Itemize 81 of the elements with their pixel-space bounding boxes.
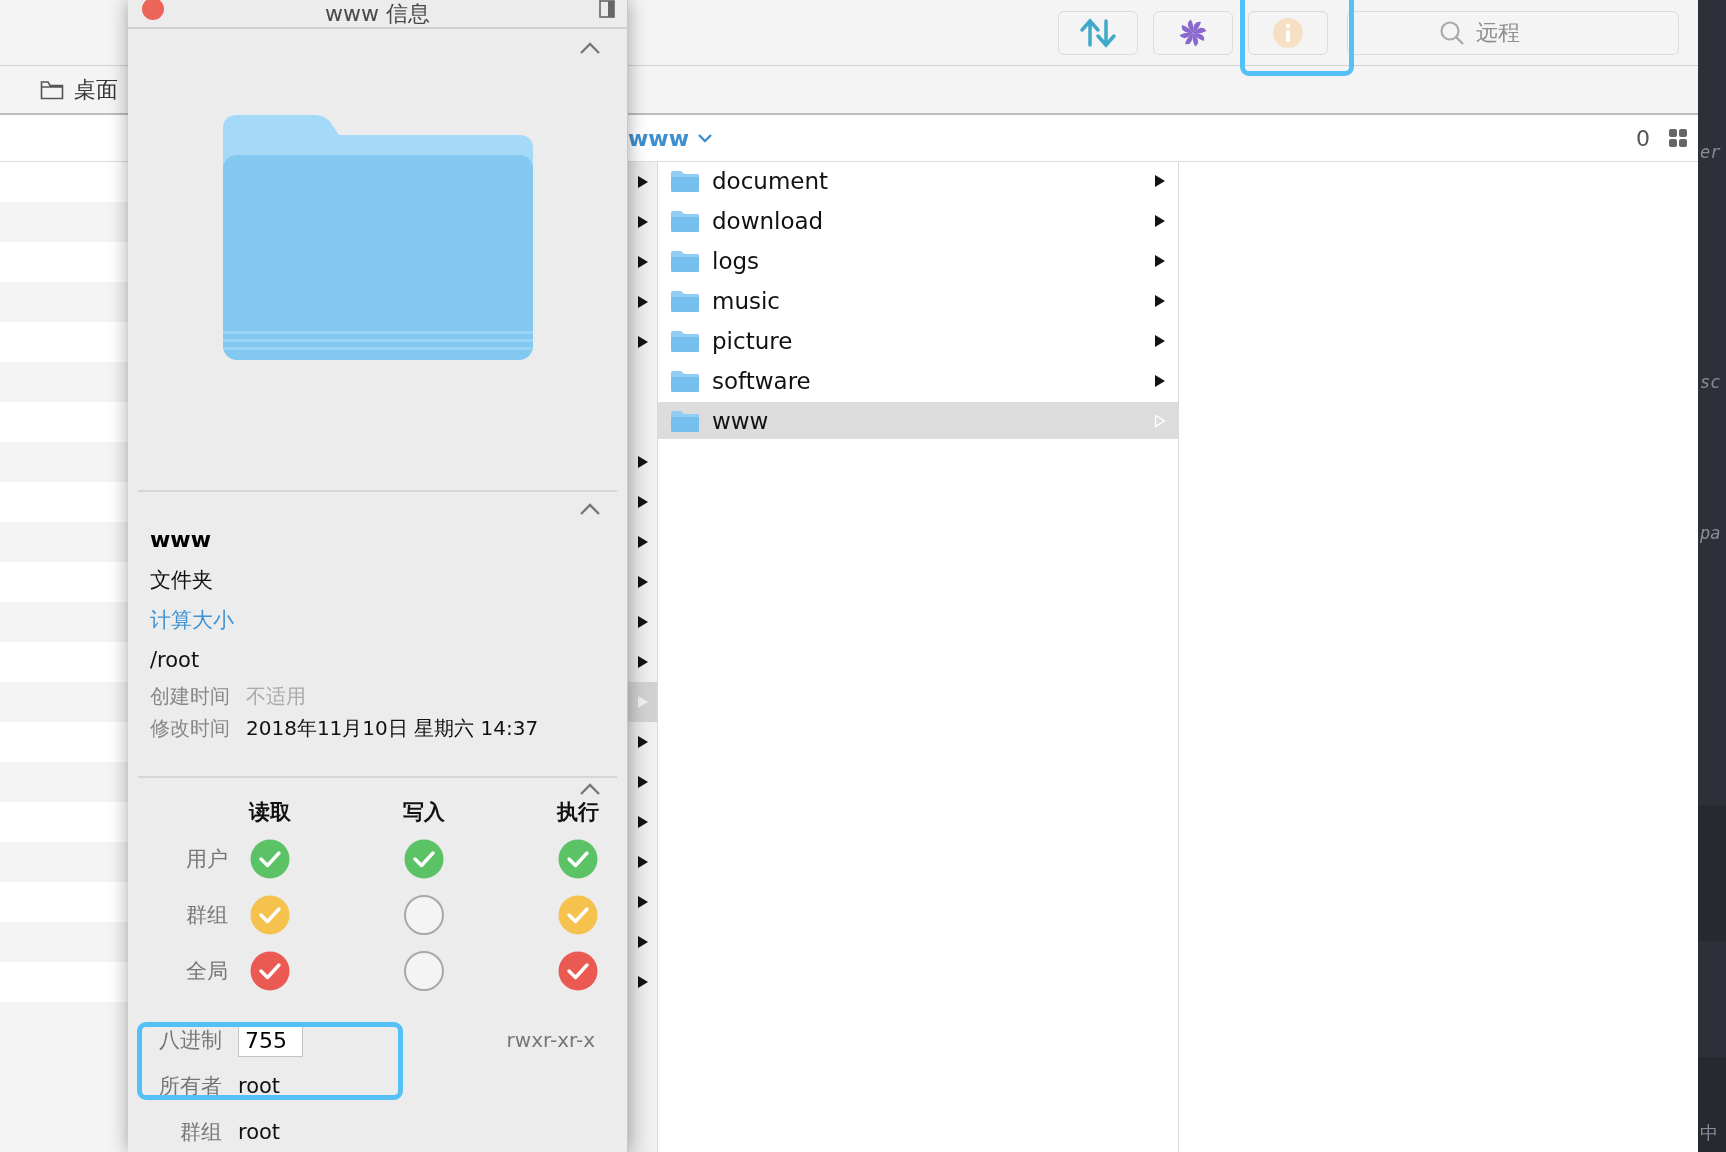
permission-checkbox[interactable] <box>403 838 445 880</box>
disclosure-triangle-icon <box>1154 293 1166 308</box>
disclosure-triangle-icon <box>1154 173 1166 188</box>
folder-icon <box>670 208 700 233</box>
folder-icon <box>670 288 700 313</box>
code-text: 中 <box>1699 1121 1719 1145</box>
column-header: 写入 <box>402 799 446 826</box>
info-icon <box>1272 16 1304 49</box>
folder-icon <box>670 168 700 193</box>
location-item[interactable]: 桌面 <box>74 74 118 105</box>
folder-icon <box>670 368 700 393</box>
up-down-arrows-icon <box>1078 16 1118 49</box>
folder-outline-icon <box>40 79 64 100</box>
octal-label: 八进制 <box>158 1027 223 1054</box>
permission-checkbox[interactable] <box>557 838 599 880</box>
date-label: 修改时间 <box>150 714 230 742</box>
chevron-down-icon[interactable] <box>697 132 713 144</box>
search-icon <box>1439 19 1465 46</box>
permission-checkbox[interactable] <box>557 894 599 936</box>
folder-row[interactable]: music <box>658 282 1178 319</box>
permission-checkbox[interactable] <box>403 950 445 992</box>
disclosure-triangle-icon <box>1154 253 1166 268</box>
window-title: www 信息 <box>325 1 430 26</box>
permission-checkbox[interactable] <box>557 950 599 992</box>
folder-name: download <box>712 207 825 234</box>
search-field[interactable]: 远程 <box>1347 10 1679 55</box>
disclosure-triangle-icon <box>1154 373 1166 388</box>
file-name: www <box>150 525 212 554</box>
symbolic-permissions: rwxr-xr-x <box>506 1028 595 1052</box>
folder-row[interactable]: www <box>658 402 1178 439</box>
folder-icon <box>670 328 700 353</box>
permission-checkbox[interactable] <box>249 950 291 992</box>
permission-label: 全局 <box>185 958 229 985</box>
disclosure-triangle-icon <box>1154 213 1166 228</box>
close-button[interactable] <box>142 0 164 20</box>
permission-checkbox[interactable] <box>249 838 291 880</box>
owner-label: 所有者 <box>158 1073 223 1100</box>
group-value: root <box>238 1120 281 1144</box>
file-kind: 文件夹 <box>150 566 214 594</box>
item-count: 0 <box>1636 125 1650 151</box>
date-value: 2018年11月10日 星期六 14:37 <box>246 714 539 742</box>
collapse-chevron-icon[interactable] <box>579 782 601 796</box>
activity-button[interactable] <box>1153 10 1233 55</box>
date-label: 创建时间 <box>150 682 230 710</box>
folder-name: document <box>712 167 830 194</box>
folder-row[interactable]: document <box>658 162 1178 199</box>
transfer-button[interactable] <box>1058 10 1138 55</box>
column-row-edge[interactable] <box>628 642 657 682</box>
code-text: er <box>1699 141 1722 164</box>
disclosure-triangle-icon <box>1154 333 1166 348</box>
column-row-edge[interactable] <box>628 162 657 202</box>
folder-row[interactable]: picture <box>658 322 1178 359</box>
folder-row[interactable]: logs <box>658 242 1178 279</box>
code-text: sc <box>1699 371 1722 394</box>
permission-checkbox[interactable] <box>403 894 445 936</box>
folder-row[interactable]: download <box>658 202 1178 239</box>
column-header: 读取 <box>247 799 292 826</box>
folder-icon <box>670 248 700 273</box>
disclosure-triangle-icon <box>1154 413 1166 428</box>
collapse-chevron-icon[interactable] <box>579 501 601 516</box>
grid-view-icon[interactable] <box>1668 128 1688 148</box>
group-label: 群组 <box>179 1119 223 1146</box>
permission-label: 用户 <box>185 846 229 873</box>
file-path: /root <box>150 646 201 674</box>
code-text: pa <box>1699 522 1722 545</box>
permission-label: 群组 <box>185 902 229 929</box>
date-value: 不适用 <box>246 682 306 710</box>
folder-name: www <box>712 407 770 434</box>
owner-value: root <box>238 1074 281 1098</box>
collapse-chevron-icon[interactable] <box>579 41 601 56</box>
large-folder-icon <box>222 115 533 361</box>
folder-name: music <box>712 287 781 314</box>
folder-name: picture <box>712 327 794 354</box>
sidebar-toggle-icon[interactable] <box>599 0 615 18</box>
folder-name: software <box>712 367 812 394</box>
column-row-edge[interactable] <box>628 722 657 762</box>
column-header: 执行 <box>555 799 600 826</box>
folder-icon <box>670 408 700 433</box>
folder-name: logs <box>712 247 761 274</box>
permission-checkbox[interactable] <box>249 894 291 936</box>
folder-row[interactable]: software <box>658 362 1178 399</box>
